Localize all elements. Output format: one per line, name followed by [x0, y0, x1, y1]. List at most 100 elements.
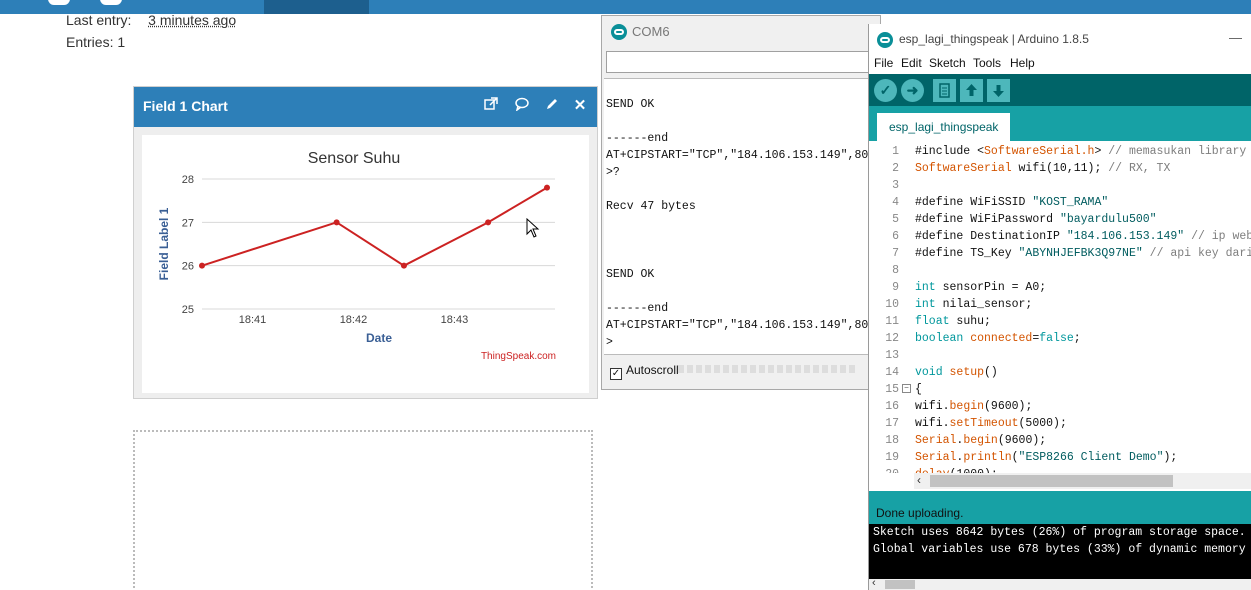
code-line[interactable]: 16 wifi.begin(9600);: [869, 398, 1251, 415]
empty-widget-placeholder: [133, 430, 593, 590]
x-axis-label: Date: [366, 331, 392, 345]
code-line[interactable]: 8: [869, 262, 1251, 279]
code-line[interactable]: 5 #define WiFiPassword "bayardulu500": [869, 211, 1251, 228]
code-text: void setup(): [915, 366, 998, 379]
line-number: 13: [885, 349, 899, 362]
scroll-left-icon[interactable]: ‹: [917, 473, 921, 487]
serial-line: AT+CIPSTART="TCP","184.106.153.149",80: [606, 319, 869, 332]
console-horizontal-scrollbar[interactable]: ‹: [869, 577, 1251, 590]
y-tick-label: 26: [182, 261, 194, 273]
code-line[interactable]: 14 void setup(): [869, 364, 1251, 381]
code-line[interactable]: 19 Serial.println("ESP8266 Client Demo");: [869, 449, 1251, 466]
menu-bar: File Edit Sketch Tools Help: [869, 54, 1251, 74]
code-line[interactable]: 3: [869, 177, 1251, 194]
close-icon[interactable]: ✕: [571, 96, 589, 116]
serial-line: SEND OK: [606, 268, 655, 281]
fold-toggle-icon[interactable]: −: [902, 384, 911, 393]
y-axis-label: Field Label 1: [157, 207, 171, 280]
menu-sketch[interactable]: Sketch: [929, 56, 966, 70]
chart-title: Sensor Suhu: [308, 150, 401, 167]
code-line[interactable]: 2 SoftwareSerial wifi(10,11); // RX, TX: [869, 160, 1251, 177]
verify-icon[interactable]: ✓: [874, 79, 897, 102]
code-line[interactable]: 7 #define TS_Key "ABYNHJEFBK3Q97NE" // ap…: [869, 245, 1251, 262]
menu-help[interactable]: Help: [1010, 56, 1035, 70]
save-sketch-icon[interactable]: [987, 79, 1010, 102]
data-point: [400, 262, 407, 269]
scrollbar-thumb[interactable]: [930, 475, 1173, 487]
active-nav-tab[interactable]: [264, 0, 369, 14]
line-number: 5: [892, 213, 899, 226]
serial-monitor-title: COM6: [632, 24, 670, 39]
serial-line: Recv 47 bytes: [606, 200, 696, 213]
menu-tools[interactable]: Tools: [973, 56, 1001, 70]
field-chart-widget: Field 1 Chart ✕ Sensor Suhu 25 26 27 28 18:41…: [133, 86, 598, 399]
code-line[interactable]: 4 #define WiFiSSID "KOST_RAMA": [869, 194, 1251, 211]
code-line[interactable]: 17 wifi.setTimeout(5000);: [869, 415, 1251, 432]
ide-titlebar: esp_lagi_thingspeak | Arduino 1.8.5 —: [869, 24, 1251, 54]
code-line[interactable]: 11 float suhu;: [869, 313, 1251, 330]
comment-icon[interactable]: [513, 96, 531, 116]
serial-line: SEND OK: [606, 98, 655, 111]
serial-line: [604, 215, 882, 232]
last-entry-label: Last entry:: [66, 12, 132, 28]
line-number: 10: [885, 298, 899, 311]
line-number: 4: [892, 196, 899, 209]
serial-send-input[interactable]: [606, 51, 881, 73]
code-line[interactable]: 9 int sensorPin = A0;: [869, 279, 1251, 296]
serial-line: >?: [606, 166, 620, 179]
menu-file[interactable]: File: [874, 56, 893, 70]
y-tick-label: 28: [182, 174, 194, 186]
line-number: 19: [885, 451, 899, 464]
code-line[interactable]: 1 #include <SoftwareSerial.h> // memasuka…: [869, 143, 1251, 160]
code-line[interactable]: 15−{: [869, 381, 1251, 398]
data-point: [485, 219, 492, 226]
line-number: 2: [892, 162, 899, 175]
serial-output: SEND OK ------end AT+CIPSTART="TCP","184.1…: [604, 78, 882, 355]
code-text: SoftwareSerial wifi(10,11); // RX, TX: [915, 162, 1171, 175]
code-line[interactable]: 10 int nilai_sensor;: [869, 296, 1251, 313]
ide-status-bar: Done uploading.: [869, 491, 1251, 524]
minimize-icon[interactable]: —: [1229, 30, 1242, 45]
line-number: 9: [892, 281, 899, 294]
autoscroll-checkbox[interactable]: ✓ Autoscroll: [610, 363, 679, 380]
serial-line: [604, 181, 882, 198]
serial-line: [604, 232, 882, 249]
code-editor[interactable]: 1 #include <SoftwareSerial.h> // memasuka…: [869, 141, 1251, 473]
external-link-icon[interactable]: [482, 96, 500, 116]
line-number: 17: [885, 417, 899, 430]
code-line[interactable]: 13: [869, 347, 1251, 364]
scrollbar-thumb[interactable]: [885, 580, 915, 589]
pencil-icon[interactable]: [543, 96, 561, 116]
code-text: Serial.println("ESP8266 Client Demo");: [915, 451, 1178, 464]
code-text: #define TS_Key "ABYNHJEFBK3Q97NE" // api…: [915, 247, 1251, 260]
menu-edit[interactable]: Edit: [901, 56, 922, 70]
serial-line: ------end: [606, 302, 669, 315]
code-line[interactable]: 12 boolean connected=false;: [869, 330, 1251, 347]
upload-icon[interactable]: ➜: [901, 79, 924, 102]
x-tick-label: 18:43: [441, 314, 469, 326]
arduino-ide-window: esp_lagi_thingspeak | Arduino 1.8.5 — Fi…: [868, 24, 1251, 590]
code-line[interactable]: 18 Serial.begin(9600);: [869, 432, 1251, 449]
chart-credit: ThingSpeak.com: [481, 351, 556, 362]
last-entry-row: Last entry: 3 minutes ago: [66, 12, 236, 28]
code-text: wifi.begin(9600);: [915, 400, 1033, 413]
open-sketch-icon[interactable]: [960, 79, 983, 102]
y-tick-label: 25: [182, 304, 194, 316]
widget-header: Field 1 Chart ✕: [134, 87, 597, 127]
code-line[interactable]: 20 delay(1000);: [869, 466, 1251, 473]
editor-horizontal-scrollbar[interactable]: ‹: [914, 473, 1251, 489]
y-tick-label: 27: [182, 217, 194, 229]
scroll-left-icon[interactable]: ‹: [872, 577, 876, 589]
status-message: Done uploading.: [876, 506, 964, 520]
ide-window-title: esp_lagi_thingspeak | Arduino 1.8.5: [899, 32, 1089, 46]
code-line[interactable]: 6 #define DestinationIP "184.106.153.149"…: [869, 228, 1251, 245]
checkbox-check-icon: ✓: [610, 368, 622, 380]
line-number: 20: [869, 466, 899, 473]
serial-line: ------end: [606, 132, 669, 145]
line-ending-ghost: [678, 365, 858, 373]
tab-sketch[interactable]: esp_lagi_thingspeak: [877, 113, 1011, 141]
new-sketch-icon[interactable]: [933, 79, 956, 102]
line-number: 12: [885, 332, 899, 345]
ide-toolbar: ✓ ➜: [869, 74, 1251, 106]
mouse-cursor-icon: [526, 218, 540, 238]
